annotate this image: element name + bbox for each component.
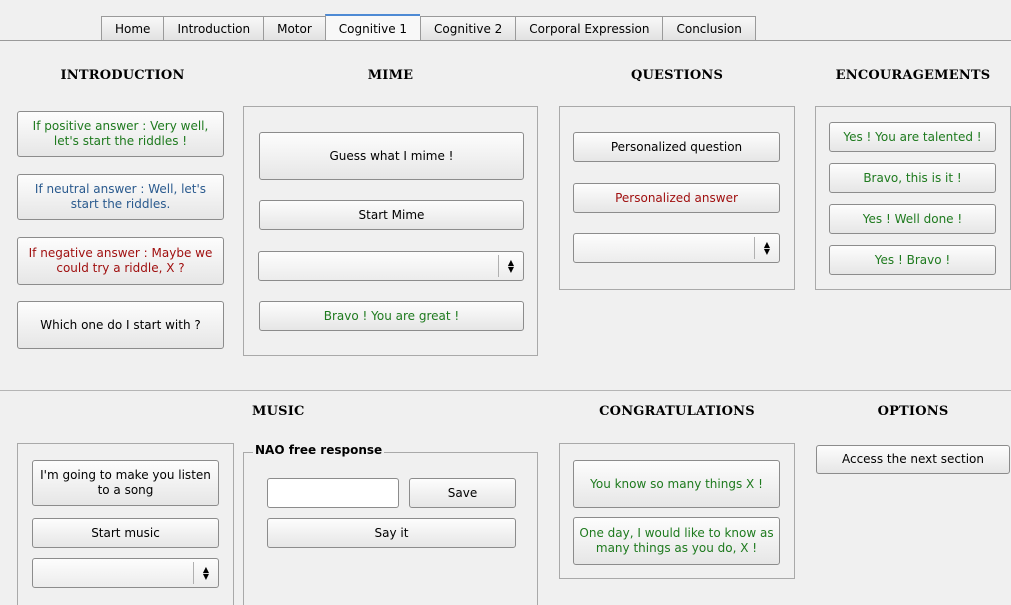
tab-introduction[interactable]: Introduction bbox=[163, 16, 264, 40]
up-down-arrows-icon: ▲ ▼ bbox=[498, 255, 523, 277]
up-down-arrows-icon: ▲ ▼ bbox=[754, 237, 779, 259]
guess-mime-button[interactable]: Guess what I mime ! bbox=[259, 132, 524, 180]
heading-music: MUSIC bbox=[252, 404, 305, 419]
up-down-arrows-icon: ▲ ▼ bbox=[193, 562, 218, 584]
heading-mime: MIME bbox=[367, 68, 414, 83]
save-button[interactable]: Save bbox=[409, 478, 516, 508]
tab-conclusion[interactable]: Conclusion bbox=[662, 16, 756, 40]
section-divider bbox=[0, 390, 1011, 391]
start-music-button[interactable]: Start music bbox=[32, 518, 219, 548]
heading-introduction: INTRODUCTION bbox=[60, 68, 185, 83]
mime-select[interactable]: ▲ ▼ bbox=[258, 251, 524, 281]
bravo-great-button[interactable]: Bravo ! You are great ! bbox=[259, 301, 524, 331]
encouragement-button-well-done[interactable]: Yes ! Well done ! bbox=[829, 204, 996, 234]
one-day-know-button[interactable]: One day, I would like to know as many th… bbox=[573, 517, 780, 565]
tab-corporal-expression[interactable]: Corporal Expression bbox=[515, 16, 663, 40]
tab-home[interactable]: Home bbox=[101, 16, 164, 40]
negative-answer-button[interactable]: If negative answer : Maybe we could try … bbox=[17, 237, 224, 285]
tab-cognitive-1[interactable]: Cognitive 1 bbox=[324, 14, 421, 41]
heading-options: OPTIONS bbox=[877, 404, 949, 419]
free-response-input[interactable] bbox=[267, 478, 399, 508]
tab-motor[interactable]: Motor bbox=[263, 16, 325, 40]
neutral-answer-button[interactable]: If neutral answer : Well, let's start th… bbox=[17, 174, 224, 220]
personalized-answer-button[interactable]: Personalized answer bbox=[573, 183, 780, 213]
listen-song-button[interactable]: I'm going to make you listen to a song bbox=[32, 460, 219, 506]
encouragement-button-this-is-it[interactable]: Bravo, this is it ! bbox=[829, 163, 996, 193]
tab-cognitive-2[interactable]: Cognitive 2 bbox=[420, 16, 516, 40]
next-section-button[interactable]: Access the next section bbox=[816, 445, 1010, 474]
free-response-title: NAO free response bbox=[253, 443, 385, 457]
positive-answer-button[interactable]: If positive answer : Very well, let's st… bbox=[17, 111, 224, 157]
heading-questions: QUESTIONS bbox=[630, 68, 724, 83]
say-it-button[interactable]: Say it bbox=[267, 518, 516, 548]
know-many-things-button[interactable]: You know so many things X ! bbox=[573, 460, 780, 508]
which-one-start-button[interactable]: Which one do I start with ? bbox=[17, 301, 224, 349]
start-mime-button[interactable]: Start Mime bbox=[259, 200, 524, 230]
questions-select[interactable]: ▲ ▼ bbox=[573, 233, 780, 263]
encouragement-button-talented[interactable]: Yes ! You are talented ! bbox=[829, 122, 996, 152]
personalized-question-button[interactable]: Personalized question bbox=[573, 132, 780, 162]
tab-pane-border bbox=[0, 40, 1011, 41]
heading-encouragements: ENCOURAGEMENTS bbox=[835, 68, 991, 83]
music-select[interactable]: ▲ ▼ bbox=[32, 558, 219, 588]
encouragement-button-bravo[interactable]: Yes ! Bravo ! bbox=[829, 245, 996, 275]
heading-congratulations: CONGRATULATIONS bbox=[599, 404, 755, 419]
tab-bar: Home Introduction Motor Cognitive 1 Cogn… bbox=[101, 14, 756, 41]
